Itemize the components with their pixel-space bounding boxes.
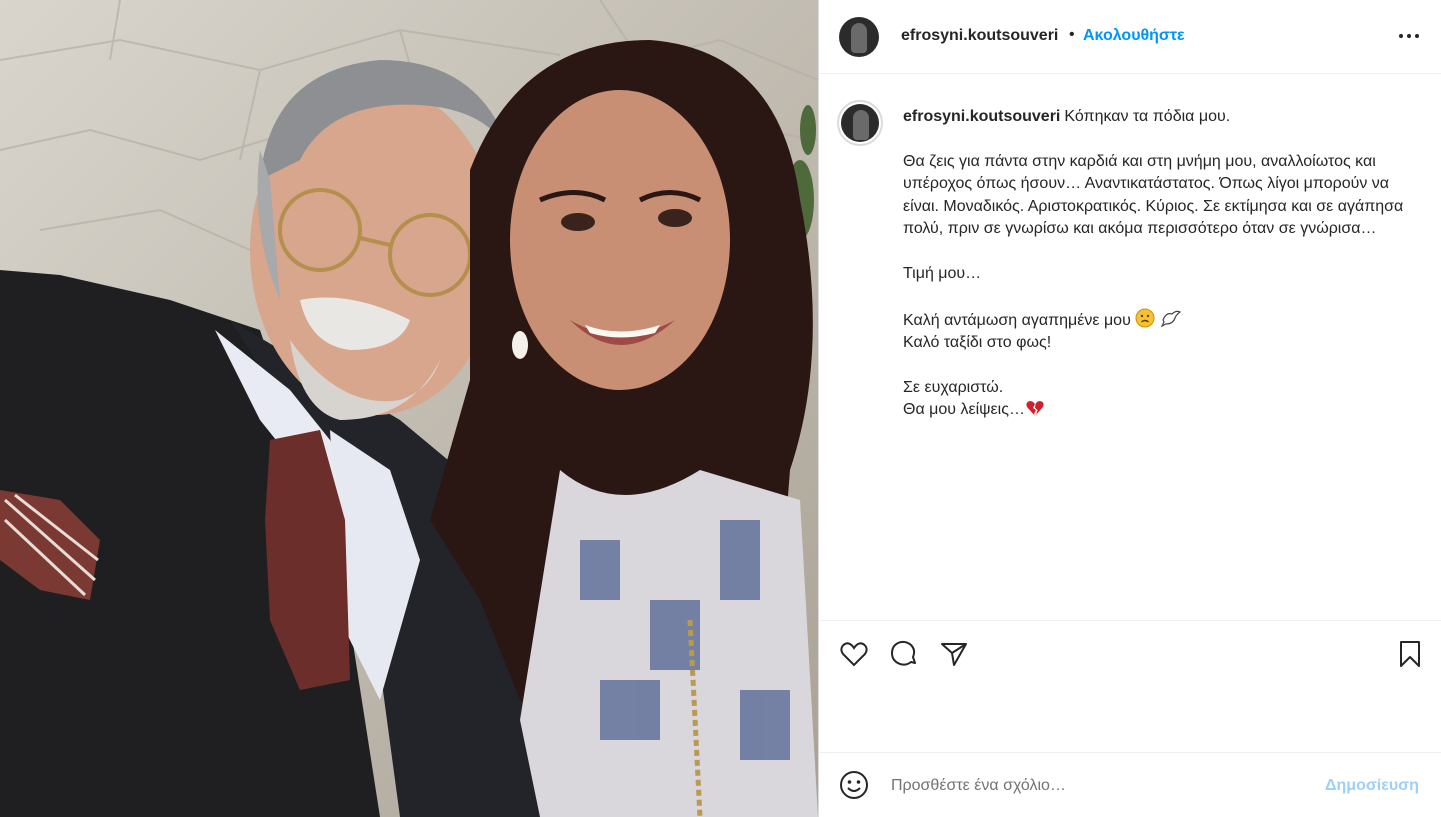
caption-username[interactable]: efrosyni.koutsouveri [903,108,1060,125]
heart-icon[interactable] [839,639,869,669]
caption-avatar [841,104,879,142]
post-comment-button[interactable]: Δημοσίευση [1325,777,1419,795]
sad-face-emoji-icon [1135,308,1155,328]
more-horizontal-icon[interactable] [1397,26,1421,46]
caption-thanks-line: Σε ευχαριστώ. [903,378,1004,396]
follow-button[interactable]: Ακολουθήστε [1083,27,1185,45]
broken-heart-emoji-icon [1026,401,1044,417]
smiley-icon[interactable] [839,770,869,800]
comment-input[interactable] [889,771,1313,801]
caption-first-line: Κόπηκαν τα πόδια μου. [1064,108,1231,125]
caption-avatar-ring[interactable] [837,100,883,146]
caption-miss-line: Θα μου λείψεις… [903,401,1025,419]
comment-bar: Δημοσίευση [819,752,1441,817]
separator-dot: • [1069,26,1075,43]
photo-illustration [0,0,818,817]
post-actions [819,620,1441,752]
caption-text: efrosyni.koutsouveri Κόπηκαν τα πόδια μου… [903,106,1423,422]
caption-journey-line: Καλό ταξίδι στο φως! [903,334,1052,352]
caption-area: efrosyni.koutsouveri Κόπηκαν τα πόδια μου… [819,75,1441,620]
caption-honor-line: Τιμή μου… [903,264,982,282]
post-panel: efrosyni.koutsouveri • Ακολουθήστε efros… [818,0,1441,817]
post-header: efrosyni.koutsouveri • Ακολουθήστε [819,0,1441,74]
author-avatar[interactable] [839,17,879,57]
post-photo[interactable] [0,0,818,817]
author-username[interactable]: efrosyni.koutsouveri [901,27,1058,45]
caption-paragraph: Θα ζεις για πάντα στην καρδιά και στη μν… [903,152,1404,238]
comment-icon[interactable] [889,639,919,669]
paper-plane-icon[interactable] [939,639,969,669]
dove-emoji-icon [1160,310,1181,327]
caption-goodbye-line: Καλή αντάμωση αγαπημένε μου [903,311,1131,329]
bookmark-icon[interactable] [1395,639,1425,669]
